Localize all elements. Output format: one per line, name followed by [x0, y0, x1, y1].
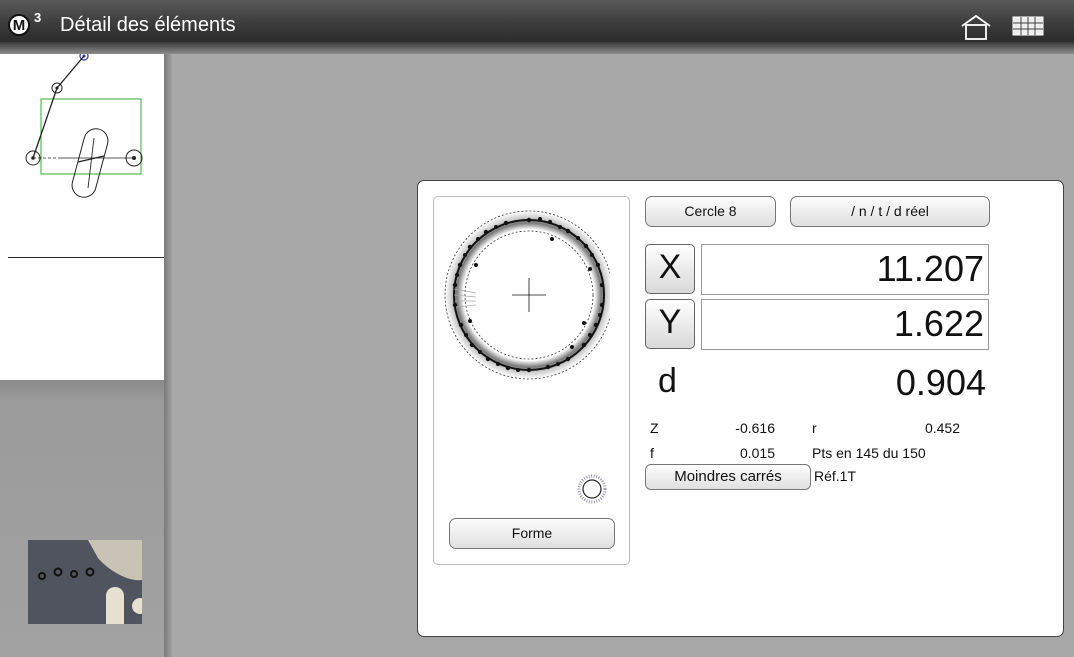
x-axis-button[interactable]: X: [645, 244, 695, 294]
d-label: d: [658, 362, 677, 400]
home-icon[interactable]: [960, 14, 992, 40]
y-axis-button[interactable]: Y: [645, 299, 695, 349]
camera-thumbnail[interactable]: [28, 540, 142, 624]
x-value-field: 11.207: [701, 244, 989, 295]
small-circle-icon: [577, 474, 607, 504]
z-label: Z: [650, 420, 659, 436]
f-value: 0.015: [739, 445, 775, 461]
y-value-field: 1.622: [701, 299, 989, 350]
circle-form-plot: [444, 210, 610, 380]
form-button[interactable]: Forme: [449, 518, 615, 549]
panel-separator: [164, 54, 172, 657]
feature-name-button[interactable]: Cercle 8: [645, 196, 776, 227]
logo-superscript: 3: [34, 10, 42, 25]
d-value: 0.904: [895, 362, 986, 403]
r-label: r: [812, 420, 817, 436]
m3-logo-icon: M: [8, 14, 30, 36]
grid-view-icon[interactable]: [1012, 16, 1044, 36]
display-mode-button[interactable]: / n / t / d réel: [790, 196, 990, 227]
page-title: Détail des éléments: [60, 14, 236, 36]
toolbar-shadow: [0, 42, 1074, 54]
z-value: -0.616: [735, 420, 775, 436]
least-squares-button[interactable]: Moindres carrés: [645, 464, 811, 490]
form-view-box: [433, 196, 630, 565]
panel-divider: [8, 257, 164, 258]
f-label: f: [650, 445, 654, 461]
part-sketch: [25, 54, 143, 198]
reference-label: Réf.1T: [814, 468, 857, 484]
r-value: 0.452: [924, 420, 960, 436]
title-bar: M 3 Détail des éléments: [0, 0, 1074, 42]
points-count: Pts en 145 du 150: [812, 445, 926, 461]
part-view-panel[interactable]: [0, 54, 164, 380]
